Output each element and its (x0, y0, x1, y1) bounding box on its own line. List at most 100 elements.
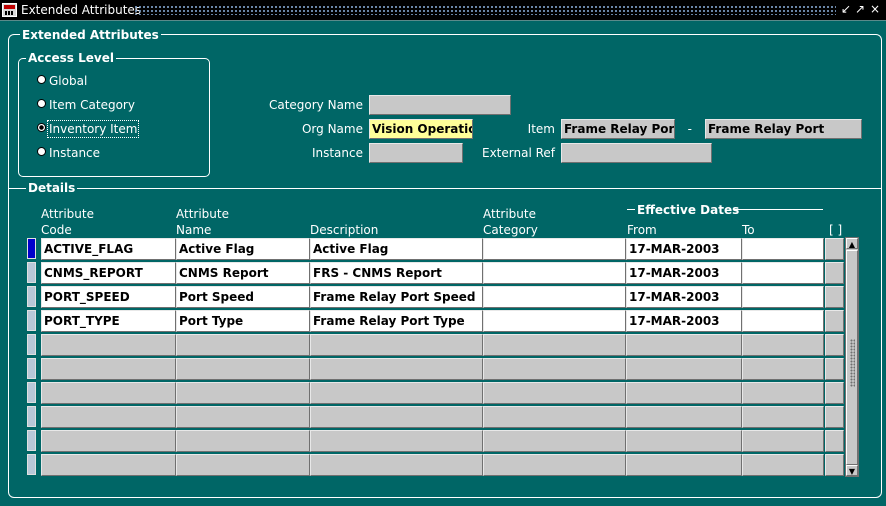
category-name-field[interactable] (369, 95, 511, 115)
cell-to-date[interactable] (742, 238, 824, 260)
cell-dff[interactable] (825, 430, 844, 452)
cell-description[interactable] (310, 334, 483, 356)
cell-attr-name[interactable] (176, 406, 310, 428)
cell-dff[interactable] (825, 262, 844, 284)
row-indicator[interactable] (27, 238, 36, 259)
cell-attr-name[interactable]: Port Type (176, 310, 310, 332)
cell-attr-category[interactable] (483, 430, 626, 452)
radio-inventory-item[interactable]: Inventory Item (37, 120, 140, 138)
cell-attr-name[interactable] (176, 382, 310, 404)
external-ref-field[interactable] (561, 143, 712, 163)
row-indicator[interactable] (27, 430, 36, 451)
row-indicator[interactable] (27, 262, 36, 283)
cell-from-date[interactable]: 17-MAR-2003 (626, 238, 742, 260)
minimize-icon[interactable]: ↙ (839, 2, 853, 17)
cell-dff[interactable] (825, 310, 844, 332)
cell-attr-name[interactable]: Port Speed (176, 286, 310, 308)
cell-attr-category[interactable] (483, 358, 626, 380)
cell-attr-code[interactable] (41, 358, 176, 380)
row-indicator[interactable] (27, 358, 36, 379)
cell-from-date[interactable] (626, 382, 742, 404)
cell-to-date[interactable] (742, 310, 824, 332)
cell-dff[interactable] (825, 286, 844, 308)
cell-attr-category[interactable] (483, 310, 626, 332)
cell-attr-category[interactable] (483, 382, 626, 404)
cell-attr-name[interactable] (176, 454, 310, 476)
cell-from-date[interactable] (626, 454, 742, 476)
scroll-up-icon[interactable]: ▲ (846, 238, 858, 249)
cell-to-date[interactable] (742, 262, 824, 284)
cell-attr-name[interactable] (176, 334, 310, 356)
window-title-bar[interactable]: Extended Attributes ↙ ↗ × (0, 0, 886, 21)
cell-dff[interactable] (825, 382, 844, 404)
cell-attr-category[interactable] (483, 334, 626, 356)
cell-attr-code[interactable]: ACTIVE_FLAG (41, 238, 176, 260)
cell-attr-category[interactable] (483, 406, 626, 428)
cell-dff[interactable] (825, 454, 844, 476)
cell-dff[interactable] (825, 238, 844, 260)
cell-attr-code[interactable]: CNMS_REPORT (41, 262, 176, 284)
cell-from-date[interactable]: 17-MAR-2003 (626, 310, 742, 332)
cell-description[interactable]: FRS - CNMS Report (310, 262, 483, 284)
cell-attr-code[interactable] (41, 334, 176, 356)
row-indicator[interactable] (27, 406, 36, 427)
cell-from-date[interactable] (626, 430, 742, 452)
row-indicator[interactable] (27, 334, 36, 355)
cell-dff[interactable] (825, 406, 844, 428)
cell-attr-code[interactable] (41, 382, 176, 404)
cell-to-date[interactable] (742, 286, 824, 308)
instance-field[interactable] (369, 143, 463, 163)
cell-attr-code[interactable]: PORT_TYPE (41, 310, 176, 332)
maximize-icon[interactable]: ↗ (853, 2, 867, 17)
cell-from-date[interactable] (626, 358, 742, 380)
cell-to-date[interactable] (742, 406, 824, 428)
cell-description[interactable] (310, 454, 483, 476)
cell-description[interactable] (310, 358, 483, 380)
scroll-down-icon[interactable]: ▼ (846, 465, 858, 476)
cell-to-date[interactable] (742, 358, 824, 380)
cell-attr-category[interactable] (483, 286, 626, 308)
cell-description[interactable] (310, 382, 483, 404)
cell-attr-category[interactable] (483, 238, 626, 260)
cell-description[interactable]: Frame Relay Port Type (310, 310, 483, 332)
cell-from-date[interactable]: 17-MAR-2003 (626, 262, 742, 284)
radio-item-category[interactable]: Item Category (37, 98, 135, 114)
cell-description[interactable] (310, 406, 483, 428)
cell-attr-code[interactable] (41, 454, 176, 476)
cell-attr-name[interactable]: CNMS Report (176, 262, 310, 284)
radio-button-selected-icon[interactable] (37, 123, 46, 132)
row-indicator[interactable] (27, 310, 36, 331)
cell-attr-category[interactable] (483, 262, 626, 284)
details-scrollbar[interactable]: ▲ ▼ (845, 237, 859, 477)
cell-from-date[interactable] (626, 334, 742, 356)
radio-global[interactable]: Global (37, 74, 87, 90)
cell-from-date[interactable] (626, 406, 742, 428)
cell-to-date[interactable] (742, 382, 824, 404)
cell-attr-name[interactable] (176, 358, 310, 380)
org-name-field[interactable]: Vision Operations (369, 119, 473, 139)
cell-from-date[interactable]: 17-MAR-2003 (626, 286, 742, 308)
cell-attr-category[interactable] (483, 454, 626, 476)
item-description-field[interactable]: Frame Relay Port (705, 119, 862, 139)
cell-attr-name[interactable] (176, 430, 310, 452)
cell-to-date[interactable] (742, 454, 824, 476)
radio-button-icon[interactable] (37, 99, 46, 108)
radio-button-icon[interactable] (37, 75, 46, 84)
cell-attr-code[interactable]: PORT_SPEED (41, 286, 176, 308)
cell-dff[interactable] (825, 334, 844, 356)
cell-to-date[interactable] (742, 334, 824, 356)
oracle-forms-icon[interactable] (2, 3, 17, 17)
cell-to-date[interactable] (742, 430, 824, 452)
cell-description[interactable]: Active Flag (310, 238, 483, 260)
cell-description[interactable] (310, 430, 483, 452)
cell-attr-code[interactable] (41, 430, 176, 452)
radio-instance[interactable]: Instance (37, 146, 100, 162)
cell-dff[interactable] (825, 358, 844, 380)
row-indicator[interactable] (27, 286, 36, 307)
scroll-thumb[interactable] (846, 250, 858, 465)
cell-description[interactable]: Frame Relay Port Speed (310, 286, 483, 308)
cell-attr-code[interactable] (41, 406, 176, 428)
row-indicator[interactable] (27, 382, 36, 403)
radio-button-icon[interactable] (37, 147, 46, 156)
close-icon[interactable]: × (868, 2, 882, 17)
